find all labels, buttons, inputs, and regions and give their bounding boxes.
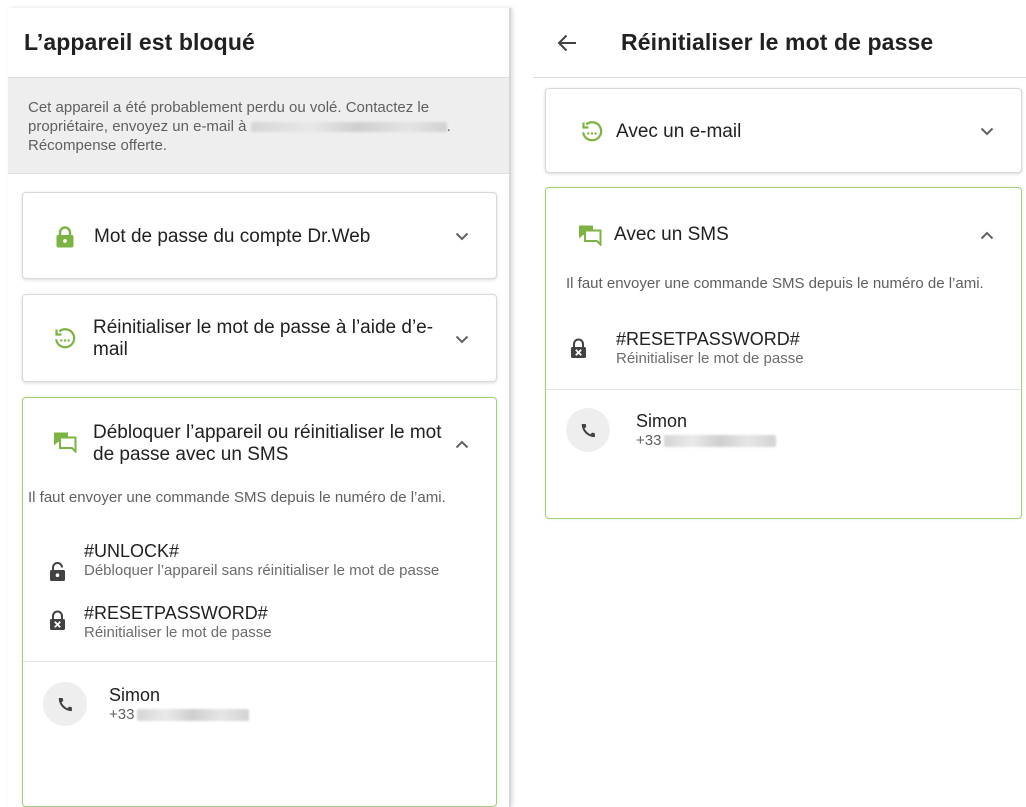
contact-name: Simon bbox=[109, 685, 161, 705]
email-option-label: Avec un e-mail bbox=[616, 120, 742, 142]
password-card[interactable]: Mot de passe du compte Dr.Web bbox=[22, 192, 497, 279]
app-bar: Réinitialiser le mot de passe bbox=[533, 8, 1026, 78]
back-arrow-icon[interactable] bbox=[539, 8, 595, 78]
email-reset-card-label: Réinitialiser le mot de passe à l’aide d… bbox=[93, 317, 434, 360]
unlock-command: #UNLOCK# Débloquer l’appareil sans réini… bbox=[23, 540, 496, 582]
sms-instructions: Il faut envoyer une commande SMS depuis … bbox=[566, 275, 984, 292]
email-option-header[interactable]: Avec un e-mail bbox=[546, 89, 1021, 174]
lost-device-notice: Cet appareil a été probablement perdu ou… bbox=[8, 78, 509, 174]
email-reset-card-header[interactable]: Réinitialiser le mot de passe à l’aide d… bbox=[23, 295, 496, 383]
chevron-down-icon[interactable] bbox=[977, 122, 997, 142]
contact-phone: +33 bbox=[636, 432, 777, 450]
reset-command-description: Réinitialiser le mot de passe bbox=[84, 624, 272, 641]
sms-icon bbox=[53, 430, 77, 454]
friend-contact[interactable]: Simon +33 bbox=[23, 662, 496, 726]
phone-prefix: +33 bbox=[109, 706, 135, 723]
reset-password-screen: Réinitialiser le mot de passe Avec un e-… bbox=[533, 8, 1026, 807]
unlock-command-name: #UNLOCK# bbox=[84, 541, 180, 561]
redacted-phone bbox=[664, 435, 777, 447]
sms-option-card: Avec un SMS Il faut envoyer une commande… bbox=[545, 187, 1022, 519]
contact-phone: +33 bbox=[109, 706, 250, 724]
reset-command-description: Réinitialiser le mot de passe bbox=[616, 350, 804, 367]
email-reset-icon bbox=[53, 327, 77, 351]
email-reset-icon bbox=[580, 120, 604, 144]
email-reset-card[interactable]: Réinitialiser le mot de passe à l’aide d… bbox=[22, 294, 497, 382]
sms-option-header[interactable]: Avec un SMS bbox=[546, 188, 1021, 247]
email-option-card[interactable]: Avec un e-mail bbox=[545, 88, 1022, 173]
lock-icon bbox=[53, 225, 77, 249]
chevron-down-icon[interactable] bbox=[452, 329, 472, 349]
redacted-phone bbox=[137, 709, 250, 721]
phone-icon bbox=[43, 682, 87, 726]
reset-command-name: #RESETPASSWORD# bbox=[84, 603, 268, 623]
sms-card-header[interactable]: Débloquer l’appareil ou réinitialiser le… bbox=[23, 398, 496, 466]
reward-text: Récompense offerte. bbox=[28, 137, 167, 154]
reset-command-name: #RESETPASSWORD# bbox=[616, 329, 800, 349]
lock-reset-icon bbox=[568, 338, 588, 359]
unlock-command-description: Débloquer l’appareil sans réinitialiser … bbox=[84, 562, 440, 579]
page-title: Réinitialiser le mot de passe bbox=[621, 29, 934, 55]
sms-instructions: Il faut envoyer une commande SMS depuis … bbox=[28, 489, 446, 506]
sms-card-label: Débloquer l’appareil ou réinitialiser le… bbox=[93, 422, 442, 465]
app-bar: L’appareil est bloqué bbox=[8, 8, 509, 78]
contact-name: Simon bbox=[636, 411, 688, 431]
reset-password-command: #RESETPASSWORD# Réinitialiser le mot de … bbox=[23, 602, 496, 642]
password-card-header[interactable]: Mot de passe du compte Dr.Web bbox=[23, 193, 496, 280]
sms-icon bbox=[578, 223, 602, 247]
password-card-label: Mot de passe du compte Dr.Web bbox=[94, 225, 371, 247]
unlock-icon bbox=[47, 562, 67, 582]
reset-password-command: #RESETPASSWORD# Réinitialiser le mot de … bbox=[546, 328, 1021, 368]
phone-prefix: +33 bbox=[636, 432, 662, 449]
friend-contact[interactable]: Simon +33 bbox=[546, 390, 1021, 452]
notice-period: . bbox=[446, 118, 451, 135]
locked-device-screen: L’appareil est bloqué Cet appareil a été… bbox=[8, 8, 511, 807]
chevron-down-icon[interactable] bbox=[452, 227, 472, 247]
phone-icon bbox=[566, 408, 610, 452]
lock-reset-icon bbox=[47, 610, 67, 631]
redacted-email bbox=[250, 122, 447, 133]
chevron-up-icon[interactable] bbox=[452, 434, 472, 454]
page-title: L’appareil est bloqué bbox=[24, 29, 255, 55]
chevron-up-icon[interactable] bbox=[977, 225, 997, 245]
sms-option-label: Avec un SMS bbox=[614, 224, 729, 245]
sms-card: Débloquer l’appareil ou réinitialiser le… bbox=[22, 397, 497, 807]
